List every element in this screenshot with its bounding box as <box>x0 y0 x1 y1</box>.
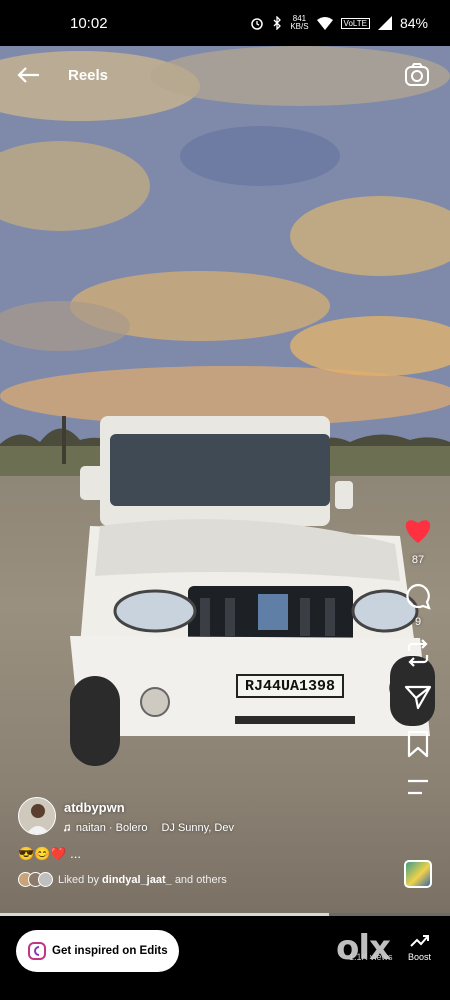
suv-vehicle <box>70 416 435 766</box>
audio-artist: DJ Sunny, Dev <box>161 822 234 834</box>
repost-icon <box>407 639 429 667</box>
status-bar: 10:02 841 KB/S VoLTE 84% <box>0 0 450 46</box>
like-count: 87 <box>411 554 425 566</box>
view-count: 1.1K views <box>349 952 393 962</box>
liked-by-suffix: and others <box>174 873 227 886</box>
liked-by-prefix: Liked by <box>58 873 99 886</box>
comment-icon <box>406 583 431 610</box>
battery-level: 84% <box>399 15 428 31</box>
boost-button[interactable]: Boost <box>408 934 431 962</box>
audio-thumbnail[interactable] <box>404 860 432 888</box>
signal-icon <box>377 16 392 30</box>
more-icon <box>408 779 428 795</box>
send-icon <box>404 685 432 710</box>
status-icons: 841 KB/S VoLTE 84% <box>250 15 428 31</box>
username[interactable]: atdbypwn <box>64 800 125 815</box>
status-time: 10:02 <box>70 14 108 32</box>
sky-clouds <box>0 46 450 446</box>
liked-by-user[interactable]: dindyal_jaat_ <box>102 874 172 886</box>
page-title: Reels <box>68 66 109 84</box>
action-rail: 87 9 <box>400 516 436 796</box>
trend-up-icon <box>409 935 429 947</box>
reel-video[interactable]: RJ44UA1398 <box>0 46 450 914</box>
edits-button[interactable]: Get inspired on Edits <box>16 930 179 972</box>
more-options-button[interactable] <box>406 778 430 796</box>
liked-by-row[interactable]: Liked by dindyal_jaat_ and others <box>18 872 227 887</box>
alarm-icon <box>251 18 264 30</box>
bottom-bar: Get inspired on Edits olx 1.1K views Boo… <box>0 916 450 1000</box>
volte-badge: VoLTE <box>340 17 370 29</box>
wifi-icon <box>316 16 333 30</box>
edits-label: Get inspired on Edits <box>52 945 168 957</box>
author-avatar[interactable] <box>18 797 56 835</box>
edits-icon <box>28 942 46 960</box>
comment-button[interactable]: 9 <box>404 582 432 628</box>
comment-count: 9 <box>414 616 422 628</box>
share-button[interactable] <box>404 684 432 710</box>
heart-icon <box>405 520 431 543</box>
save-button[interactable] <box>406 730 430 758</box>
bookmark-icon <box>407 730 429 758</box>
license-plate: RJ44UA1398 <box>236 674 344 698</box>
like-button[interactable]: 87 <box>403 516 433 566</box>
avatar <box>18 797 56 835</box>
audio-track: naitan · Bolero <box>75 822 148 834</box>
music-note-icon <box>64 824 70 832</box>
liker-avatar <box>38 872 53 887</box>
data-speed: 841 KB/S <box>290 14 309 31</box>
bluetooth-icon <box>273 16 282 30</box>
camera-icon[interactable] <box>404 62 430 88</box>
reels-header: Reels <box>0 52 450 98</box>
caption[interactable]: 😎😊❤️ ... <box>18 846 81 862</box>
audio-link[interactable]: naitan · Bolero DJ Sunny, Dev <box>64 820 234 836</box>
boost-label: Boost <box>408 952 432 962</box>
arrow-left-icon[interactable] <box>14 61 42 89</box>
olx-watermark: olx <box>336 928 391 968</box>
repost-button[interactable] <box>404 638 432 668</box>
liked-avatars <box>18 872 53 887</box>
